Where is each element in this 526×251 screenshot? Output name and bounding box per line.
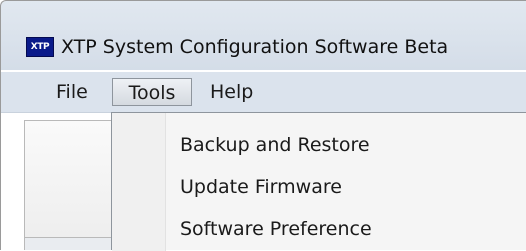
app-window: XTP XTP System Configuration Software Be… [0,0,526,251]
menu-item-update-firmware[interactable]: Update Firmware [112,169,526,205]
xtp-logo-icon: XTP [26,37,54,57]
left-panel-footer [24,238,112,250]
menu-file[interactable]: File [49,78,95,106]
menu-bar: File Tools Help [1,72,526,113]
left-panel [24,120,112,238]
menu-item-backup-and-restore[interactable]: Backup and Restore [112,127,526,163]
menu-tools[interactable]: Tools [112,78,192,106]
title-bar: XTP XTP System Configuration Software Be… [1,1,526,70]
tools-dropdown-menu: Backup and Restore Update Firmware Softw… [111,112,526,251]
window-title: XTP System Configuration Software Beta [61,36,449,58]
menu-help[interactable]: Help [203,78,260,106]
menu-item-software-preference[interactable]: Software Preference [112,211,526,247]
